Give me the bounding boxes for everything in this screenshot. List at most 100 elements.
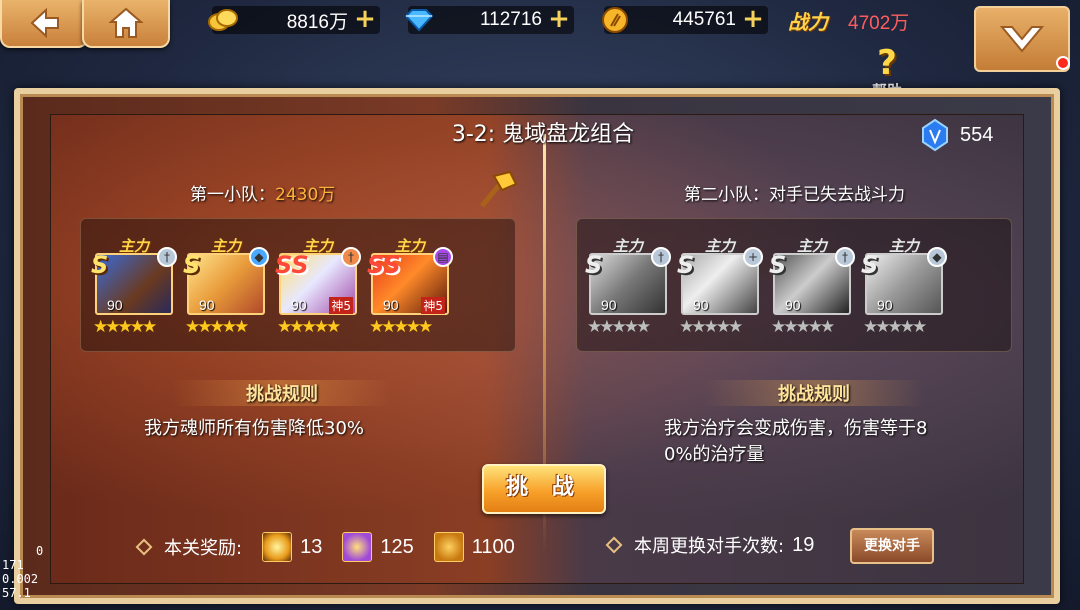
power-value: 4702万	[848, 13, 910, 34]
debug-overlay: 0 171 0.002 57.1	[2, 544, 43, 600]
home-button[interactable]	[82, 0, 170, 48]
scroll-item-icon[interactable]	[342, 532, 373, 562]
plus-class-icon: +	[743, 247, 763, 267]
gold-value: 8816万	[286, 11, 348, 33]
reward-value-1: 13	[300, 535, 323, 558]
reward-label: 本关奖励:	[164, 538, 243, 559]
bullet-diamond-icon	[135, 538, 153, 556]
hero-stars: ★★★★★	[679, 317, 743, 337]
reward-row: 本关奖励: 13 125 1100	[135, 532, 515, 562]
hero-level: 90	[877, 297, 893, 313]
hero-level: 90	[199, 297, 215, 313]
hero-level: 90	[693, 297, 709, 313]
sword-class-icon: †	[341, 247, 361, 267]
shield-class-icon: ◆	[927, 247, 947, 267]
hero-stars: ★★★★★	[587, 317, 651, 337]
add-gold-button[interactable]: +	[354, 6, 376, 32]
hero-level: 90	[601, 297, 617, 313]
team1-hero-1[interactable]: 主力 S † 90 ★★★★★	[91, 237, 177, 337]
top-bar: 8816万 + 112716 + 445761 + 战力 4702万 ? 帮助	[0, 0, 1080, 100]
team1-power: 2430万	[275, 185, 336, 205]
book-class-icon: ▤	[433, 247, 453, 267]
hero-stars: ★★★★★	[863, 317, 927, 337]
diamond-value: 112716	[480, 9, 542, 30]
team1-hero-4[interactable]: 主力 SS ▤ 90 神5 ★★★★★	[367, 237, 453, 337]
team2-hero-1[interactable]: 主力 S † 90 ★★★★★	[585, 237, 671, 337]
notification-dot	[1056, 56, 1070, 70]
sword-class-icon: †	[835, 247, 855, 267]
add-diamond-button[interactable]: +	[548, 6, 570, 32]
team1-lineup: 主力 S † 90 ★★★★★ 主力 S ◆ 90 ★★★★★ 主力 SS † …	[80, 218, 516, 352]
hero-level: 90	[107, 297, 123, 313]
gold-medal-icon	[600, 5, 630, 35]
burst-item-icon[interactable]	[262, 532, 293, 562]
challenge-button[interactable]: 挑 战	[482, 464, 606, 514]
hero-stars: ★★★★★	[369, 317, 433, 337]
team2-label: 第二小队：对手已失去战斗力	[684, 185, 905, 205]
team1-label-text: 第一小队：	[190, 185, 275, 205]
rank-badge: S	[677, 251, 695, 279]
weekly-swap-row: 本周更换对手次数: 19	[605, 532, 814, 558]
hero-level: 90	[785, 297, 801, 313]
rank-badge: S	[861, 251, 879, 279]
sword-class-icon: †	[651, 247, 671, 267]
back-button[interactable]	[0, 0, 88, 48]
rank-badge: SS	[367, 251, 401, 279]
power-label: 战力	[788, 10, 828, 34]
debug-line-3: 0.002	[2, 572, 39, 586]
hero-level: 90	[291, 297, 307, 313]
coin-resource: 445761 +	[602, 6, 768, 34]
reward-value-3: 1100	[471, 535, 515, 558]
gold-coins-icon	[208, 5, 238, 35]
gold-resource: 8816万 +	[208, 6, 380, 34]
divine-level-badge: 神5	[421, 297, 445, 314]
back-arrow-icon	[30, 7, 59, 39]
stage-title: 3-2: 鬼域盘龙组合	[451, 122, 635, 147]
gem-counter: 554	[920, 118, 993, 152]
team2-rule-title: 挑战规则	[704, 380, 924, 406]
team1-label: 第一小队：2430万	[190, 180, 335, 205]
team2-hero-4[interactable]: 主力 S ◆ 90 ★★★★★	[861, 237, 947, 337]
coin-value: 445761	[672, 9, 736, 30]
rank-badge: SS	[275, 251, 309, 279]
blue-crystal-icon	[922, 118, 948, 152]
hero-stars: ★★★★★	[277, 317, 341, 337]
team1-hero-3[interactable]: 主力 SS † 90 神5 ★★★★★	[275, 237, 361, 337]
team1-hero-2[interactable]: 主力 S ◆ 90 ★★★★★	[183, 237, 269, 337]
home-icon	[108, 7, 144, 38]
team2-rule-line1: 我方治疗会变成伤害，伤害等于8	[664, 418, 928, 439]
debug-line-1: 0	[36, 544, 44, 558]
battle-panel: 3-2: 鬼域盘龙组合 554 第一小队：2430万 主力 S † 90 ★★★…	[14, 88, 1060, 604]
diamond-resource: 112716 +	[404, 6, 574, 34]
shield-class-icon: ◆	[249, 247, 269, 267]
team1-rule-text: 我方魂师所有伤害降低30%	[144, 418, 365, 439]
reward-value-2: 125	[380, 535, 414, 558]
team2-hero-2[interactable]: 主力 S + 90 ★★★★★	[677, 237, 763, 337]
bullet-diamond-icon	[605, 536, 623, 554]
rank-badge: S	[769, 251, 787, 279]
hero-stars: ★★★★★	[93, 317, 157, 337]
gem-count-value: 554	[960, 123, 994, 146]
debug-line-4: 57.1	[2, 586, 31, 600]
team1-rule-title: 挑战规则	[172, 380, 392, 406]
diamond-icon	[404, 5, 434, 35]
add-coin-button[interactable]: +	[742, 6, 764, 32]
team2-rule-line2: 0%的治疗量	[664, 444, 765, 465]
hero-level: 90	[383, 297, 399, 313]
question-mark-icon: ?	[877, 43, 897, 83]
sword-class-icon: †	[157, 247, 177, 267]
rank-badge: S	[183, 251, 201, 279]
swap-opponent-button[interactable]: 更换对手	[850, 528, 934, 564]
weekly-swap-label: 本周更换对手次数:	[634, 536, 785, 557]
rank-badge: S	[91, 251, 109, 279]
hammer-icon[interactable]	[476, 170, 520, 210]
gold-medal-item-icon[interactable]	[433, 532, 464, 562]
hero-stars: ★★★★★	[771, 317, 835, 337]
hero-stars: ★★★★★	[185, 317, 249, 337]
divine-level-badge: 神5	[329, 297, 353, 314]
team2-lineup: 主力 S † 90 ★★★★★ 主力 S + 90 ★★★★★ 主力 S † 9…	[576, 218, 1012, 352]
team2-rule-text: 我方治疗会变成伤害，伤害等于8 0%的治疗量	[664, 416, 927, 468]
chevron-down-icon	[999, 26, 1045, 53]
debug-line-2: 171	[2, 558, 24, 572]
team2-hero-3[interactable]: 主力 S † 90 ★★★★★	[769, 237, 855, 337]
